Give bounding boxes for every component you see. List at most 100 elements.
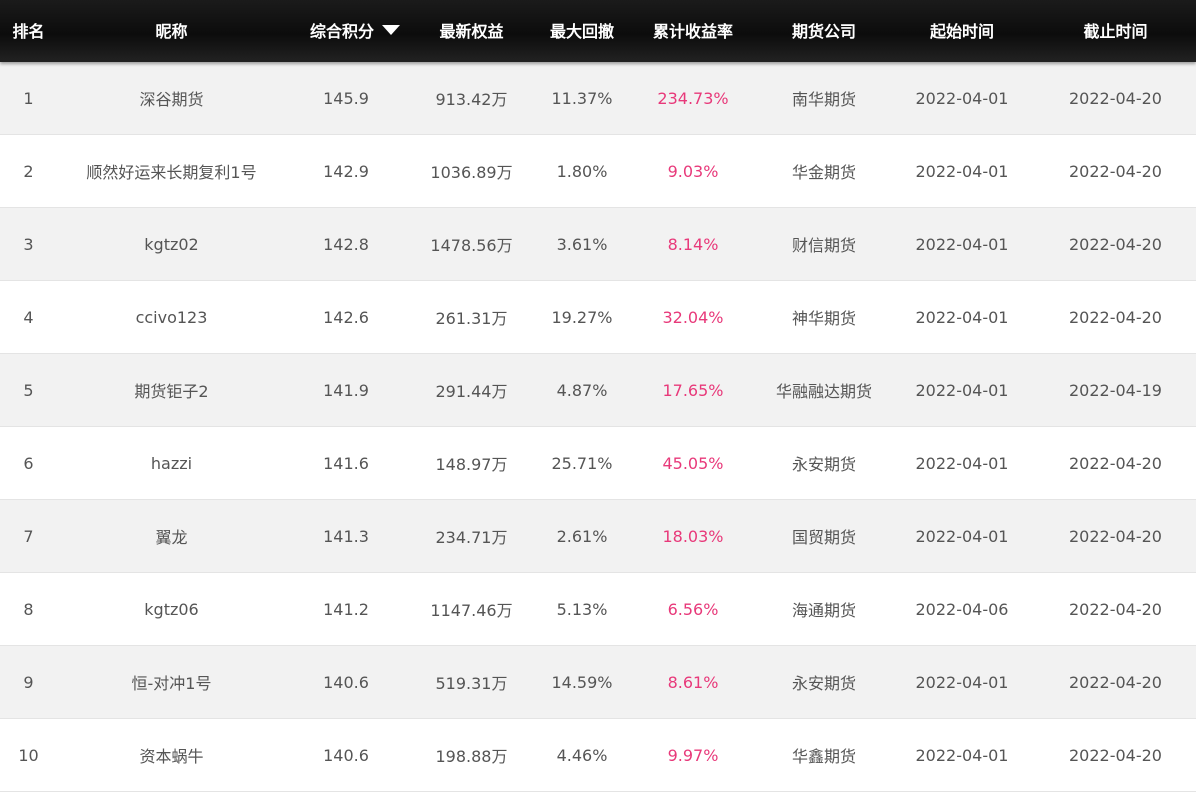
cell-rank: 2 — [23, 161, 34, 181]
cell-rank: 5 — [23, 380, 34, 400]
sort-desc-icon[interactable] — [382, 25, 400, 35]
cell-nickname[interactable]: 期货钜子2 — [57, 354, 286, 426]
cell-nickname[interactable]: ccivo123 — [57, 281, 286, 353]
cell-max-drawdown: 3.61% — [556, 234, 608, 254]
cell-company: 海通期货 — [791, 601, 856, 620]
cell-start-date: 2022-04-01 — [915, 380, 1009, 400]
table-row[interactable]: 4 ccivo123 142.6 261.31万 19.27% 32.04% 神… — [0, 281, 1196, 354]
cell-company: 南华期货 — [791, 90, 856, 109]
cell-end-date: 2022-04-20 — [1069, 745, 1162, 765]
cell-start-date: 2022-04-01 — [915, 745, 1009, 765]
header-score-label: 综合积分 — [309, 22, 374, 41]
cell-start-date: 2022-04-01 — [915, 88, 1009, 108]
cell-equity: 234.71万 — [435, 528, 508, 547]
cell-company: 永安期货 — [791, 674, 856, 693]
cell-end-date: 2022-04-20 — [1069, 307, 1162, 327]
cell-nickname[interactable]: kgtz06 — [57, 573, 286, 645]
cell-max-drawdown: 19.27% — [551, 307, 613, 327]
cell-cum-return: 8.14% — [667, 234, 719, 254]
cell-equity: 1036.89万 — [430, 163, 513, 182]
cell-start-date: 2022-04-01 — [915, 307, 1009, 327]
cell-equity: 291.44万 — [435, 382, 508, 401]
cell-cum-return: 9.03% — [667, 161, 719, 181]
cell-end-date: 2022-04-20 — [1069, 599, 1162, 619]
cell-cum-return: 8.61% — [667, 672, 719, 692]
table-row[interactable]: 2 顺然好运来长期复利1号 142.9 1036.89万 1.80% 9.03%… — [0, 135, 1196, 208]
header-company[interactable]: 期货公司 — [759, 0, 889, 61]
cell-rank: 9 — [23, 672, 34, 692]
cell-equity: 148.97万 — [435, 455, 508, 474]
cell-score: 141.9 — [323, 380, 369, 400]
cell-cum-return: 6.56% — [667, 599, 719, 619]
cell-cum-return: 17.65% — [662, 380, 724, 400]
cell-end-date: 2022-04-20 — [1069, 672, 1162, 692]
cell-max-drawdown: 2.61% — [556, 526, 608, 546]
table-row[interactable]: 3 kgtz02 142.8 1478.56万 3.61% 8.14% 财信期货… — [0, 208, 1196, 281]
cell-max-drawdown: 25.71% — [551, 453, 613, 473]
header-nickname[interactable]: 昵称 — [57, 0, 286, 61]
cell-start-date: 2022-04-01 — [915, 526, 1009, 546]
cell-rank: 4 — [23, 307, 34, 327]
table-row[interactable]: 10 资本蜗牛 140.6 198.88万 4.46% 9.97% 华鑫期货 2… — [0, 719, 1196, 792]
cell-company: 永安期货 — [791, 455, 856, 474]
cell-nickname[interactable]: kgtz02 — [57, 208, 286, 280]
table-header: 排名 昵称 综合积分 最新权益 最大回撤 累计收益率 期货公司 起始时间 截止时… — [0, 0, 1196, 62]
cell-nickname[interactable]: hazzi — [57, 427, 286, 499]
cell-cum-return: 32.04% — [662, 307, 724, 327]
cell-company: 国贸期货 — [791, 528, 856, 547]
cell-cum-return: 18.03% — [662, 526, 724, 546]
cell-end-date: 2022-04-20 — [1069, 453, 1162, 473]
cell-end-date: 2022-04-20 — [1069, 526, 1162, 546]
table-row[interactable]: 8 kgtz06 141.2 1147.46万 5.13% 6.56% 海通期货… — [0, 573, 1196, 646]
header-max-drawdown[interactable]: 最大回撤 — [537, 0, 627, 61]
cell-score: 142.6 — [323, 307, 369, 327]
cell-equity: 519.31万 — [435, 674, 508, 693]
cell-equity: 261.31万 — [435, 309, 508, 328]
table-row[interactable]: 1 深谷期货 145.9 913.42万 11.37% 234.73% 南华期货… — [0, 62, 1196, 135]
cell-equity: 1147.46万 — [430, 601, 513, 620]
cell-max-drawdown: 4.46% — [556, 745, 608, 765]
cell-max-drawdown: 11.37% — [551, 88, 613, 108]
header-rank[interactable]: 排名 — [0, 0, 57, 61]
table-row[interactable]: 9 恒-对冲1号 140.6 519.31万 14.59% 8.61% 永安期货… — [0, 646, 1196, 719]
table-body: 1 深谷期货 145.9 913.42万 11.37% 234.73% 南华期货… — [0, 62, 1196, 792]
cell-company: 神华期货 — [791, 309, 856, 328]
cell-score: 142.8 — [323, 234, 369, 254]
table-row[interactable]: 7 翼龙 141.3 234.71万 2.61% 18.03% 国贸期货 202… — [0, 500, 1196, 573]
cell-rank: 1 — [23, 88, 34, 108]
table-row[interactable]: 5 期货钜子2 141.9 291.44万 4.87% 17.65% 华融融达期… — [0, 354, 1196, 427]
cell-cum-return: 9.97% — [667, 745, 719, 765]
cell-company: 华金期货 — [791, 163, 856, 182]
cell-end-date: 2022-04-20 — [1069, 161, 1162, 181]
header-cum-return[interactable]: 累计收益率 — [627, 0, 759, 61]
table-row[interactable]: 6 hazzi 141.6 148.97万 25.71% 45.05% 永安期货… — [0, 427, 1196, 500]
header-score[interactable]: 综合积分 — [286, 0, 406, 61]
cell-score: 141.6 — [323, 453, 369, 473]
cell-rank: 6 — [23, 453, 34, 473]
header-equity[interactable]: 最新权益 — [406, 0, 537, 61]
cell-max-drawdown: 1.80% — [556, 161, 608, 181]
cell-start-date: 2022-04-01 — [915, 453, 1009, 473]
cell-equity: 913.42万 — [435, 90, 508, 109]
cell-end-date: 2022-04-20 — [1069, 88, 1162, 108]
header-end-date[interactable]: 截止时间 — [1035, 0, 1196, 61]
cell-rank: 3 — [23, 234, 34, 254]
cell-nickname[interactable]: 顺然好运来长期复利1号 — [57, 135, 286, 207]
cell-nickname[interactable]: 恒-对冲1号 — [57, 646, 286, 718]
cell-start-date: 2022-04-01 — [915, 234, 1009, 254]
cell-equity: 198.88万 — [435, 747, 508, 766]
cell-cum-return: 234.73% — [657, 88, 729, 108]
cell-rank: 10 — [18, 745, 39, 765]
cell-rank: 8 — [23, 599, 34, 619]
cell-start-date: 2022-04-06 — [915, 599, 1009, 619]
cell-rank: 7 — [23, 526, 34, 546]
cell-score: 145.9 — [323, 88, 369, 108]
cell-end-date: 2022-04-19 — [1069, 380, 1162, 400]
cell-nickname[interactable]: 翼龙 — [57, 500, 286, 572]
cell-nickname[interactable]: 深谷期货 — [57, 62, 286, 134]
cell-equity: 1478.56万 — [430, 236, 513, 255]
cell-company: 财信期货 — [791, 236, 856, 255]
cell-company: 华融融达期货 — [775, 382, 872, 401]
cell-nickname[interactable]: 资本蜗牛 — [57, 719, 286, 791]
header-start-date[interactable]: 起始时间 — [889, 0, 1035, 61]
